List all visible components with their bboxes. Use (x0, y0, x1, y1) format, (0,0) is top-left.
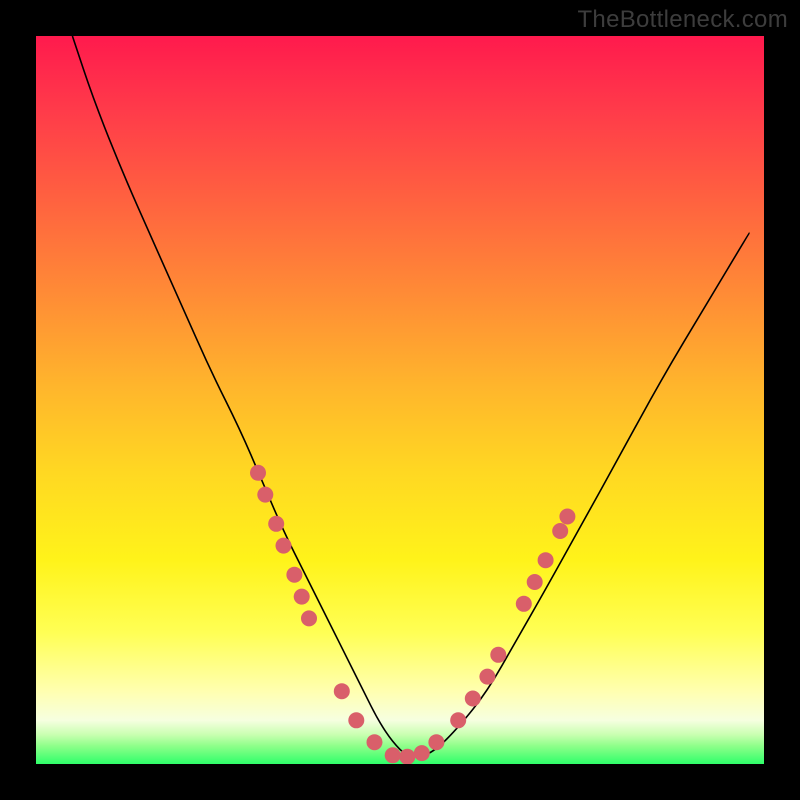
data-dot (301, 610, 317, 626)
bottleneck-curve (72, 36, 749, 757)
data-dot (367, 734, 383, 750)
data-dot (385, 747, 401, 763)
data-dot (552, 523, 568, 539)
data-dots (250, 465, 575, 764)
data-dot (399, 749, 415, 764)
chart-frame: TheBottleneck.com (0, 0, 800, 800)
watermark-text: TheBottleneck.com (577, 6, 788, 34)
data-dot (250, 465, 266, 481)
data-dot (276, 538, 292, 554)
data-dot (286, 567, 302, 583)
data-dot (450, 712, 466, 728)
data-dot (516, 596, 532, 612)
data-dot (294, 589, 310, 605)
data-dot (268, 516, 284, 532)
data-dot (334, 683, 350, 699)
data-dot (479, 669, 495, 685)
data-dot (428, 734, 444, 750)
data-dot (538, 552, 554, 568)
curve-svg (36, 36, 764, 764)
data-dot (414, 745, 430, 761)
data-dot (559, 509, 575, 525)
plot-area (36, 36, 764, 764)
data-dot (527, 574, 543, 590)
data-dot (465, 691, 481, 707)
data-dot (257, 487, 273, 503)
data-dot (490, 647, 506, 663)
data-dot (348, 712, 364, 728)
